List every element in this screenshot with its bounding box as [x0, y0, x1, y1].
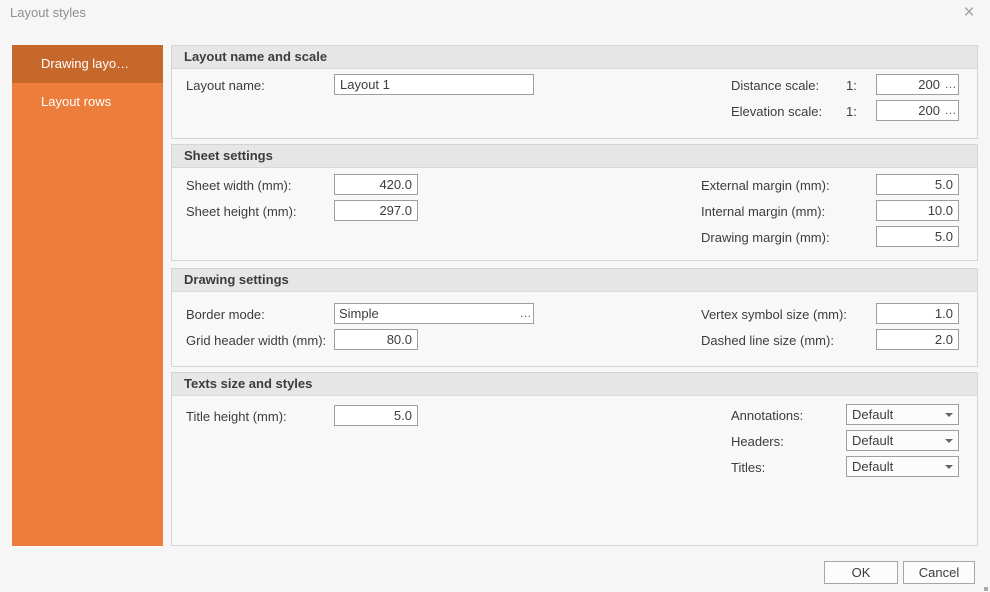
title-height-label: Title height (mm): [186, 406, 287, 427]
border-mode-label: Border mode: [186, 304, 265, 325]
title-height-input[interactable] [334, 405, 418, 426]
elevation-scale-prefix: 1: [846, 101, 857, 122]
elevation-scale-value: 200 [877, 103, 944, 118]
chevron-down-icon[interactable] [942, 431, 958, 450]
section-header-texts-size-and-styles: Texts size and styles [172, 373, 977, 396]
drawing-margin-label: Drawing margin (mm): [701, 227, 830, 248]
sheet-height-label: Sheet height (mm): [186, 201, 297, 222]
chevron-down-icon[interactable] [942, 405, 958, 424]
ok-button[interactable]: OK [824, 561, 898, 584]
grid-header-width-label: Grid header width (mm): [186, 330, 326, 351]
titles-value: Default [847, 459, 942, 474]
dialog-title: Layout styles [10, 5, 86, 20]
vertex-symbol-size-input[interactable] [876, 303, 959, 324]
elevation-scale-label: Elevation scale: [731, 101, 822, 122]
layout-styles-dialog: { "dialog": { "title": "Layout styles" }… [0, 0, 990, 592]
headers-dropdown[interactable]: Default [846, 430, 959, 451]
annotations-dropdown[interactable]: Default [846, 404, 959, 425]
section-header-layout-name-and-scale: Layout name and scale [172, 46, 977, 69]
headers-value: Default [847, 433, 942, 448]
internal-margin-input[interactable] [876, 200, 959, 221]
dashed-line-size-input[interactable] [876, 329, 959, 350]
sheet-width-label: Sheet width (mm): [186, 175, 291, 196]
grid-header-width-input[interactable] [334, 329, 418, 350]
close-icon[interactable]: × [956, 0, 982, 26]
border-mode-combo[interactable]: Simple … [334, 303, 534, 324]
ellipsis-icon[interactable]: … [944, 101, 958, 120]
ellipsis-icon[interactable]: … [519, 304, 533, 323]
section-header-drawing-settings: Drawing settings [172, 269, 977, 292]
cancel-button[interactable]: Cancel [903, 561, 975, 584]
sidebar-item-drawing-layout[interactable]: Drawing layo… [12, 45, 163, 83]
dashed-line-size-label: Dashed line size (mm): [701, 330, 834, 351]
external-margin-input[interactable] [876, 174, 959, 195]
sheet-height-input[interactable] [334, 200, 418, 221]
section-header-sheet-settings: Sheet settings [172, 145, 977, 168]
distance-scale-input[interactable]: 200 … [876, 74, 959, 95]
drawing-margin-input[interactable] [876, 226, 959, 247]
layout-name-label: Layout name: [186, 75, 265, 96]
section-drawing-settings: Drawing settings Border mode: Simple … G… [171, 268, 978, 367]
annotations-value: Default [847, 407, 942, 422]
settings-panel: Layout name and scale Layout name: Dista… [171, 45, 978, 546]
sidebar: Drawing layo… Layout rows [12, 45, 163, 546]
resize-grip[interactable] [984, 587, 988, 591]
annotations-label: Annotations: [731, 405, 803, 426]
chevron-down-icon[interactable] [942, 457, 958, 476]
section-layout-name-and-scale: Layout name and scale Layout name: Dista… [171, 45, 978, 139]
titles-label: Titles: [731, 457, 765, 478]
section-sheet-settings: Sheet settings Sheet width (mm): Sheet h… [171, 144, 978, 261]
section-texts-size-and-styles: Texts size and styles Title height (mm):… [171, 372, 978, 546]
titles-dropdown[interactable]: Default [846, 456, 959, 477]
internal-margin-label: Internal margin (mm): [701, 201, 825, 222]
layout-name-input[interactable] [334, 74, 534, 95]
sheet-width-input[interactable] [334, 174, 418, 195]
headers-label: Headers: [731, 431, 784, 452]
external-margin-label: External margin (mm): [701, 175, 830, 196]
vertex-symbol-size-label: Vertex symbol size (mm): [701, 304, 847, 325]
border-mode-value: Simple [335, 306, 519, 321]
distance-scale-value: 200 [877, 77, 944, 92]
distance-scale-prefix: 1: [846, 75, 857, 96]
distance-scale-label: Distance scale: [731, 75, 819, 96]
elevation-scale-input[interactable]: 200 … [876, 100, 959, 121]
sidebar-item-layout-rows[interactable]: Layout rows [12, 83, 163, 121]
ellipsis-icon[interactable]: … [944, 75, 958, 94]
